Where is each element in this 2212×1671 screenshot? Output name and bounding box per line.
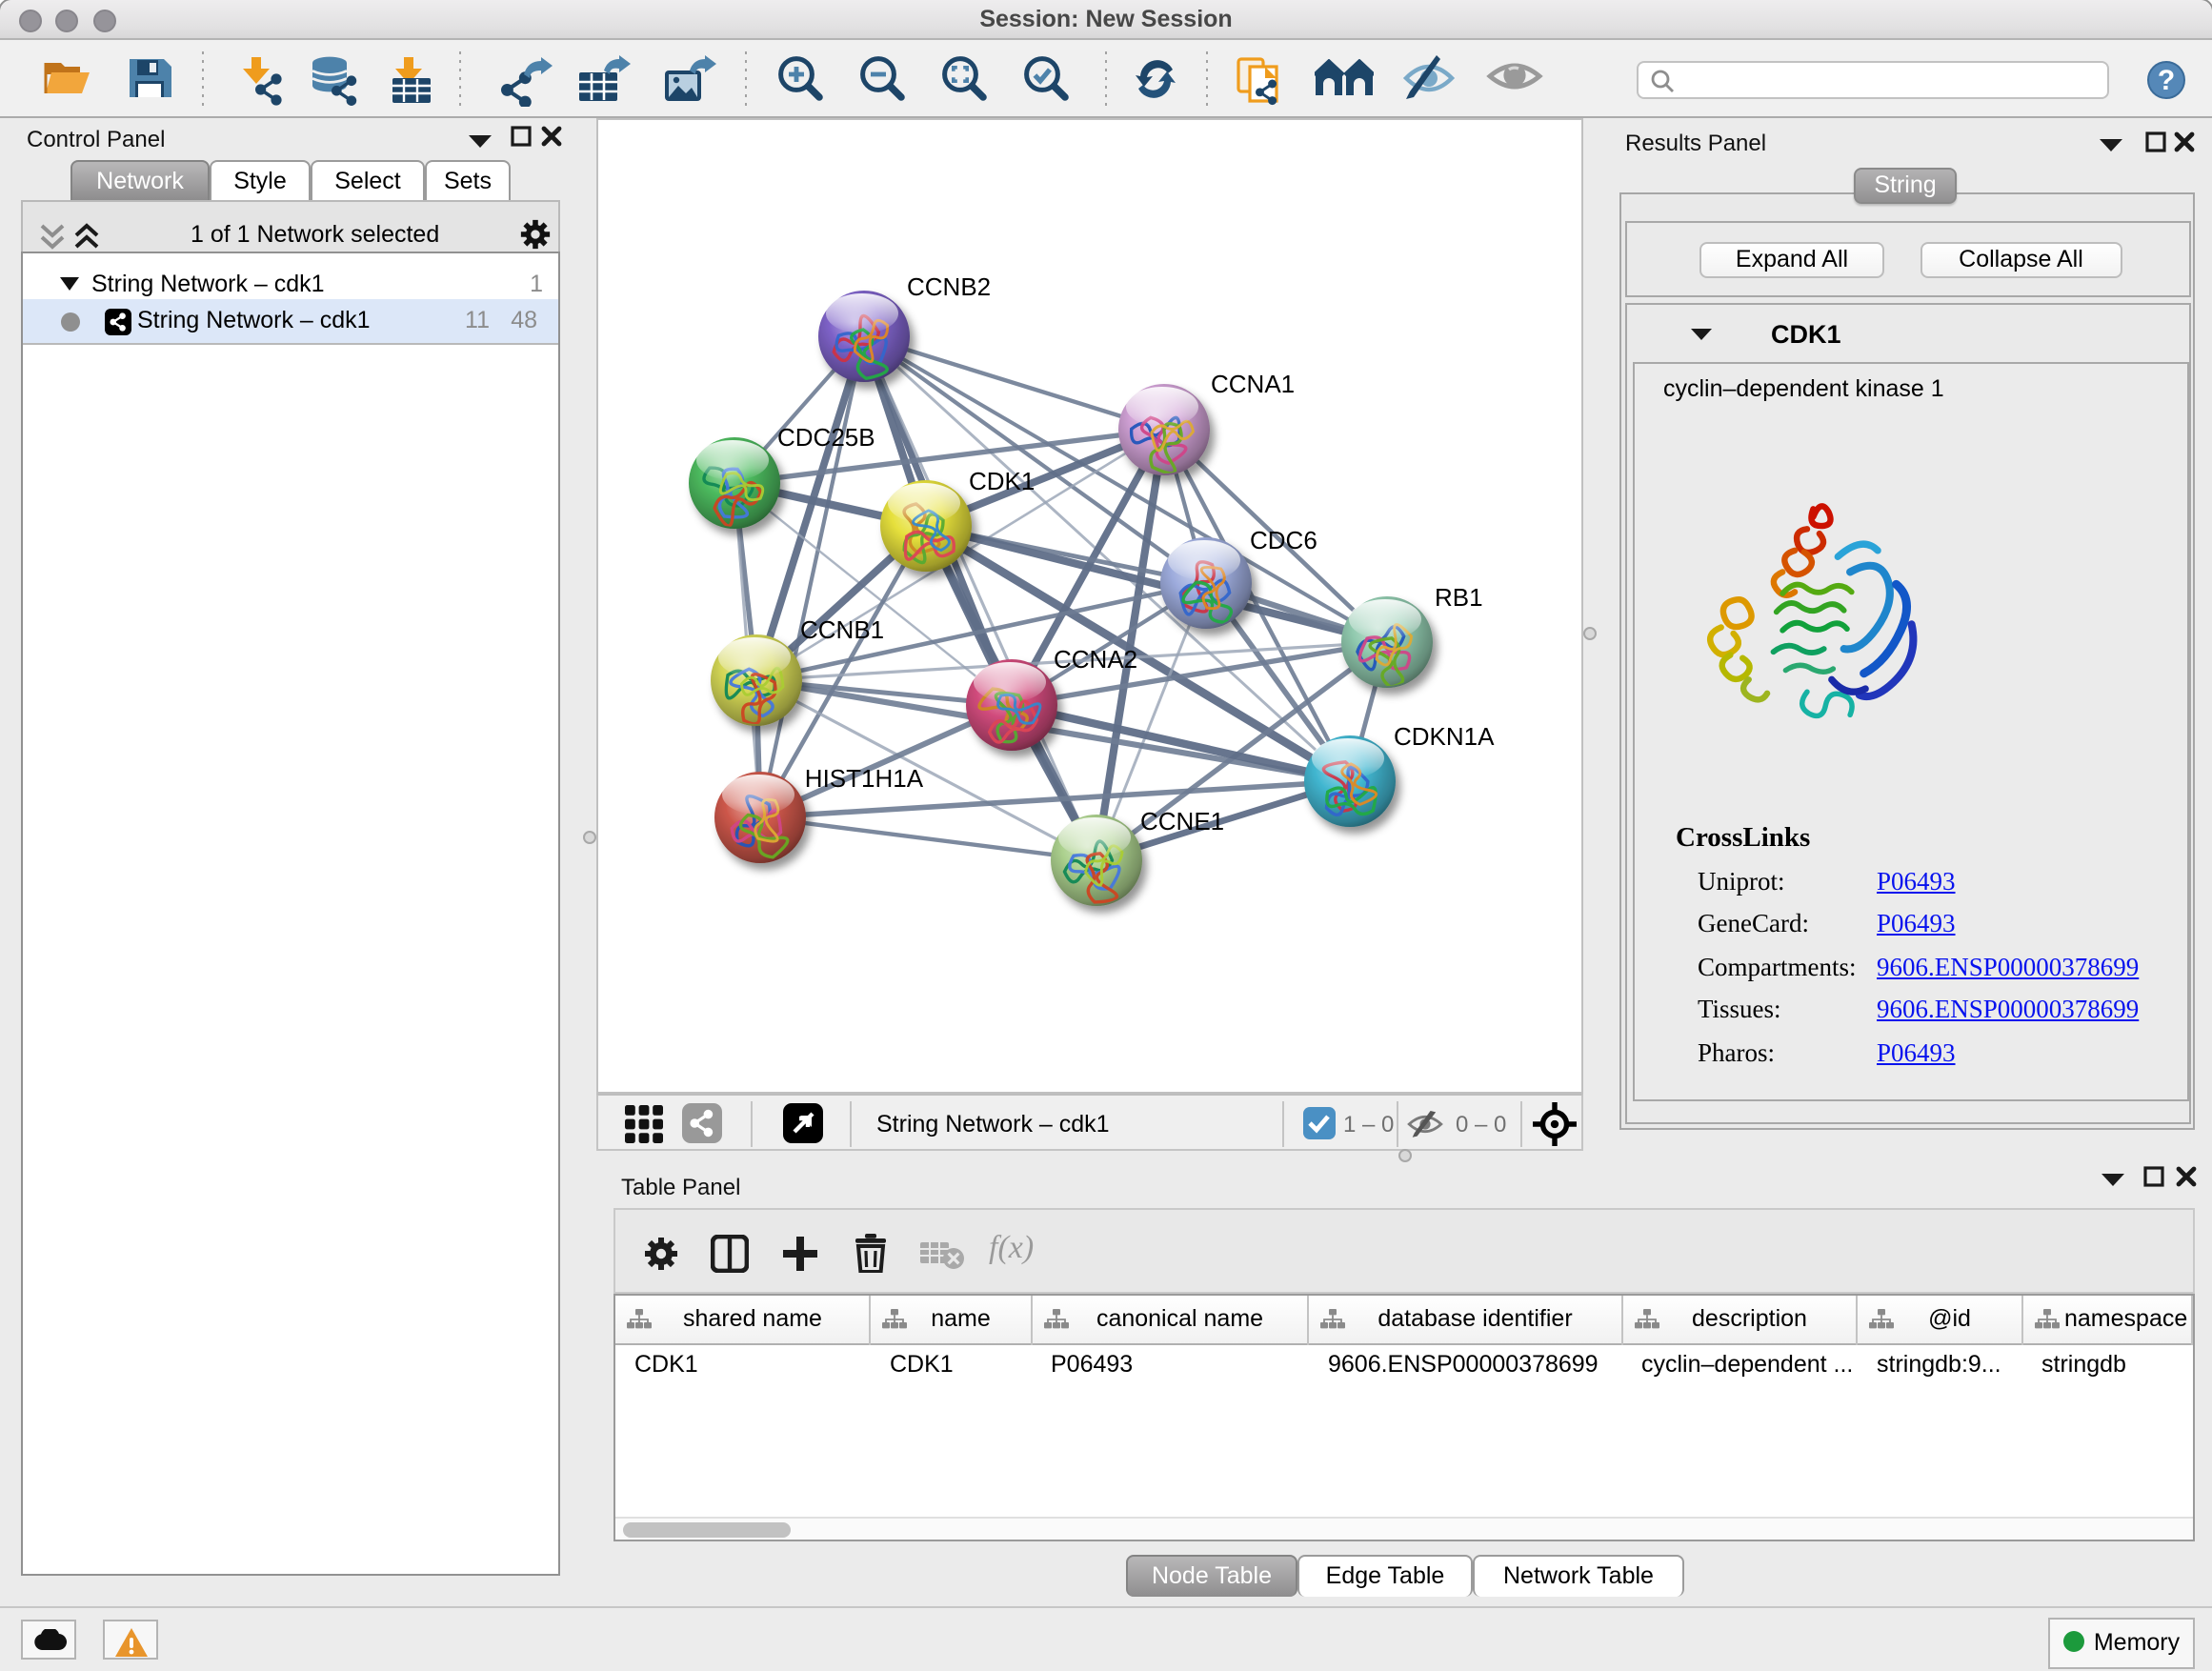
svg-text:RB1: RB1 bbox=[1435, 583, 1483, 612]
svg-text:CDK1: CDK1 bbox=[969, 467, 1035, 495]
svg-text:CCNB2: CCNB2 bbox=[907, 272, 991, 301]
svg-text:CCNA2: CCNA2 bbox=[1054, 645, 1137, 674]
svg-text:CCNE1: CCNE1 bbox=[1140, 807, 1224, 836]
svg-text:CCNB1: CCNB1 bbox=[800, 615, 884, 644]
svg-text:CDKN1A: CDKN1A bbox=[1394, 722, 1495, 751]
svg-text:CDC25B: CDC25B bbox=[777, 423, 875, 452]
svg-text:CCNA1: CCNA1 bbox=[1211, 370, 1295, 398]
svg-text:CDC6: CDC6 bbox=[1250, 526, 1317, 554]
svg-text:HIST1H1A: HIST1H1A bbox=[805, 764, 924, 793]
